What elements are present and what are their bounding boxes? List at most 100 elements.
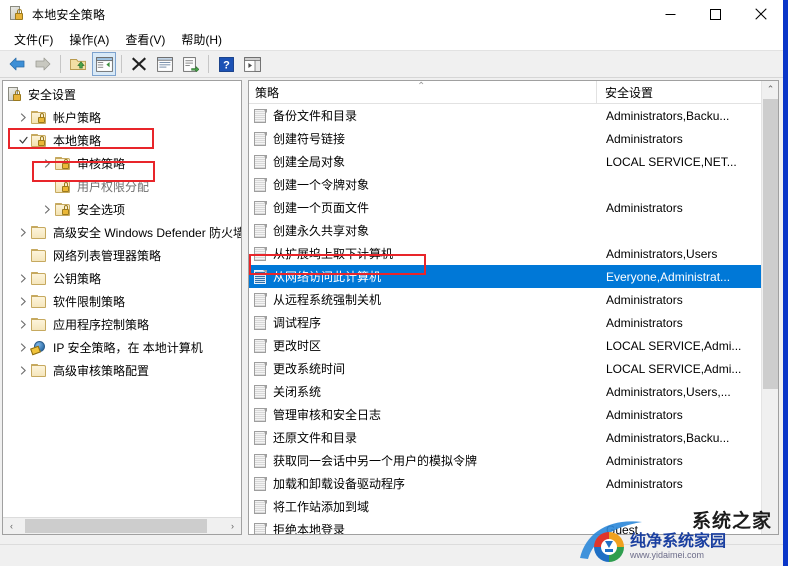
table-row[interactable]: 从远程系统强制关机 Administrators [249, 288, 763, 311]
menu-action[interactable]: 操作(A) [62, 29, 118, 50]
policy-name: 关闭系统 [273, 385, 322, 399]
locked-folder-icon [55, 156, 72, 171]
table-row[interactable]: 创建全局对象 LOCAL SERVICE,NET... [249, 150, 763, 173]
policy-setting: Administrators [606, 315, 683, 330]
chevron-right-icon [20, 320, 26, 329]
show-action-pane-button[interactable] [240, 52, 264, 76]
scroll-left-arrow-icon[interactable]: ‹ [3, 518, 20, 534]
tree-item-local-policies[interactable]: 本地策略 [3, 129, 241, 152]
tree-item-security-settings[interactable]: 安全设置 [3, 83, 241, 106]
menu-view[interactable]: 查看(V) [118, 29, 174, 50]
list-vertical-scrollbar[interactable]: ⌃ [761, 81, 778, 534]
policy-icon [254, 499, 268, 514]
table-row[interactable]: 拒绝本地登录 Guest [249, 518, 763, 534]
policy-icon [254, 453, 268, 468]
expander-collapsed[interactable] [15, 290, 31, 313]
table-row[interactable]: 创建一个令牌对象 [249, 173, 763, 196]
column-header-security-setting[interactable]: 安全设置 [597, 81, 778, 103]
policy-name: 从网络访问此计算机 [273, 270, 382, 284]
policy-name: 更改系统时间 [273, 362, 346, 376]
table-row[interactable]: 管理审核和安全日志 Administrators [249, 403, 763, 426]
table-row[interactable]: 从扩展坞上取下计算机 Administrators,Users [249, 242, 763, 265]
table-row[interactable]: 还原文件和目录 Administrators,Backu... [249, 426, 763, 449]
properties-button[interactable] [153, 52, 177, 76]
minimize-button[interactable] [648, 0, 693, 28]
expander-collapsed[interactable] [15, 106, 31, 129]
toolbar: ? [0, 50, 783, 78]
policy-setting: Administrators,Users [606, 246, 718, 261]
expander-expanded[interactable] [15, 129, 31, 152]
toolbar-separator-2 [121, 55, 122, 73]
list-vscroll-thumb[interactable] [763, 99, 778, 389]
table-row[interactable]: 备份文件和目录 Administrators,Backu... [249, 104, 763, 127]
scroll-up-arrow-icon[interactable]: ⌃ [762, 81, 778, 98]
table-row[interactable]: 获取同一会话中另一个用户的模拟令牌 Administrators [249, 449, 763, 472]
expander-collapsed[interactable] [39, 198, 55, 221]
tree-item-label: 高级安全 Windows Defender 防火墙 [53, 226, 241, 240]
tree-item-network-list-manager-policies[interactable]: 网络列表管理器策略 [3, 244, 241, 267]
expander-collapsed[interactable] [15, 267, 31, 290]
menu-file[interactable]: 文件(F) [7, 29, 62, 50]
close-button[interactable] [738, 0, 783, 28]
expander-collapsed[interactable] [39, 152, 55, 175]
tree-item-user-rights-assignment[interactable]: 用户权限分配 [3, 175, 241, 198]
tree-item-application-control-policies[interactable]: 应用程序控制策略 [3, 313, 241, 336]
tree-item-advanced-audit-policy-configuration[interactable]: 高级审核策略配置 [3, 359, 241, 382]
policy-name: 创建符号链接 [273, 132, 346, 146]
table-row[interactable]: 创建符号链接 Administrators [249, 127, 763, 150]
tree-horizontal-scrollbar[interactable]: ‹ › [3, 517, 241, 534]
policy-setting: Administrators [606, 131, 683, 146]
tree-item-windows-defender-firewall[interactable]: 高级安全 Windows Defender 防火墙 [3, 221, 241, 244]
console-tree: 安全设置 帐户策略 本地策略 审核策略 用户权限分配 安全选项 高级安全 Win… [3, 81, 241, 517]
policy-setting: Administrators,Backu... [606, 108, 730, 123]
back-button[interactable] [5, 52, 29, 76]
tree-hscroll-thumb[interactable] [25, 519, 207, 533]
tree-item-public-key-policies[interactable]: 公钥策略 [3, 267, 241, 290]
chevron-right-icon [20, 366, 26, 375]
tree-item-label: IP 安全策略，在 本地计算机 [53, 341, 203, 355]
expander-collapsed[interactable] [15, 359, 31, 382]
tree-item-label: 用户权限分配 [77, 180, 150, 194]
chevron-right-icon [20, 343, 26, 352]
table-row[interactable]: 加载和卸载设备驱动程序 Administrators [249, 472, 763, 495]
expander-collapsed[interactable] [15, 221, 31, 244]
tree-item-account-policies[interactable]: 帐户策略 [3, 106, 241, 129]
table-row[interactable]: 关闭系统 Administrators,Users,... [249, 380, 763, 403]
show-hide-console-tree-button[interactable] [92, 52, 116, 76]
tree-item-software-restriction-policies[interactable]: 软件限制策略 [3, 290, 241, 313]
table-row[interactable]: 更改时区 LOCAL SERVICE,Admi... [249, 334, 763, 357]
policy-name: 还原文件和目录 [273, 431, 358, 445]
table-row-selected[interactable]: 从网络访问此计算机 Everyone,Administrat... [249, 265, 763, 288]
tree-item-ip-security-policies[interactable]: IP 安全策略，在 本地计算机 [3, 336, 241, 359]
policy-name: 加载和卸载设备驱动程序 [273, 477, 406, 491]
forward-button[interactable] [31, 52, 55, 76]
expander-collapsed[interactable] [15, 313, 31, 336]
tree-item-security-options[interactable]: 安全选项 [3, 198, 241, 221]
policy-setting: Administrators,Users,... [606, 384, 731, 399]
up-one-level-button[interactable] [66, 52, 90, 76]
help-button[interactable]: ? [214, 52, 238, 76]
locked-folder-icon [55, 202, 72, 217]
menu-help[interactable]: 帮助(H) [174, 29, 231, 50]
export-list-button[interactable] [179, 52, 203, 76]
tree-item-label: 审核策略 [77, 157, 126, 171]
tree-item-label: 网络列表管理器策略 [53, 249, 162, 263]
table-row[interactable]: 创建一个页面文件 Administrators [249, 196, 763, 219]
table-row[interactable]: 创建永久共享对象 [249, 219, 763, 242]
expander-collapsed[interactable] [15, 336, 31, 359]
column-header-policy[interactable]: 策略 ⌃ [249, 81, 597, 103]
toolbar-separator-3 [208, 55, 209, 73]
policy-icon [254, 384, 268, 399]
delete-button[interactable] [127, 52, 151, 76]
menu-bar: 文件(F) 操作(A) 查看(V) 帮助(H) [0, 28, 783, 50]
table-row[interactable]: 更改系统时间 LOCAL SERVICE,Admi... [249, 357, 763, 380]
chevron-down-icon [18, 136, 28, 144]
tree-hscroll-track[interactable] [20, 518, 224, 534]
policy-name: 从远程系统强制关机 [273, 293, 382, 307]
table-row[interactable]: 调试程序 Administrators [249, 311, 763, 334]
scroll-right-arrow-icon[interactable]: › [224, 518, 241, 534]
tree-item-audit-policy[interactable]: 审核策略 [3, 152, 241, 175]
maximize-button[interactable] [693, 0, 738, 28]
table-row[interactable]: 将工作站添加到域 [249, 495, 763, 518]
policy-name: 更改时区 [273, 339, 322, 353]
